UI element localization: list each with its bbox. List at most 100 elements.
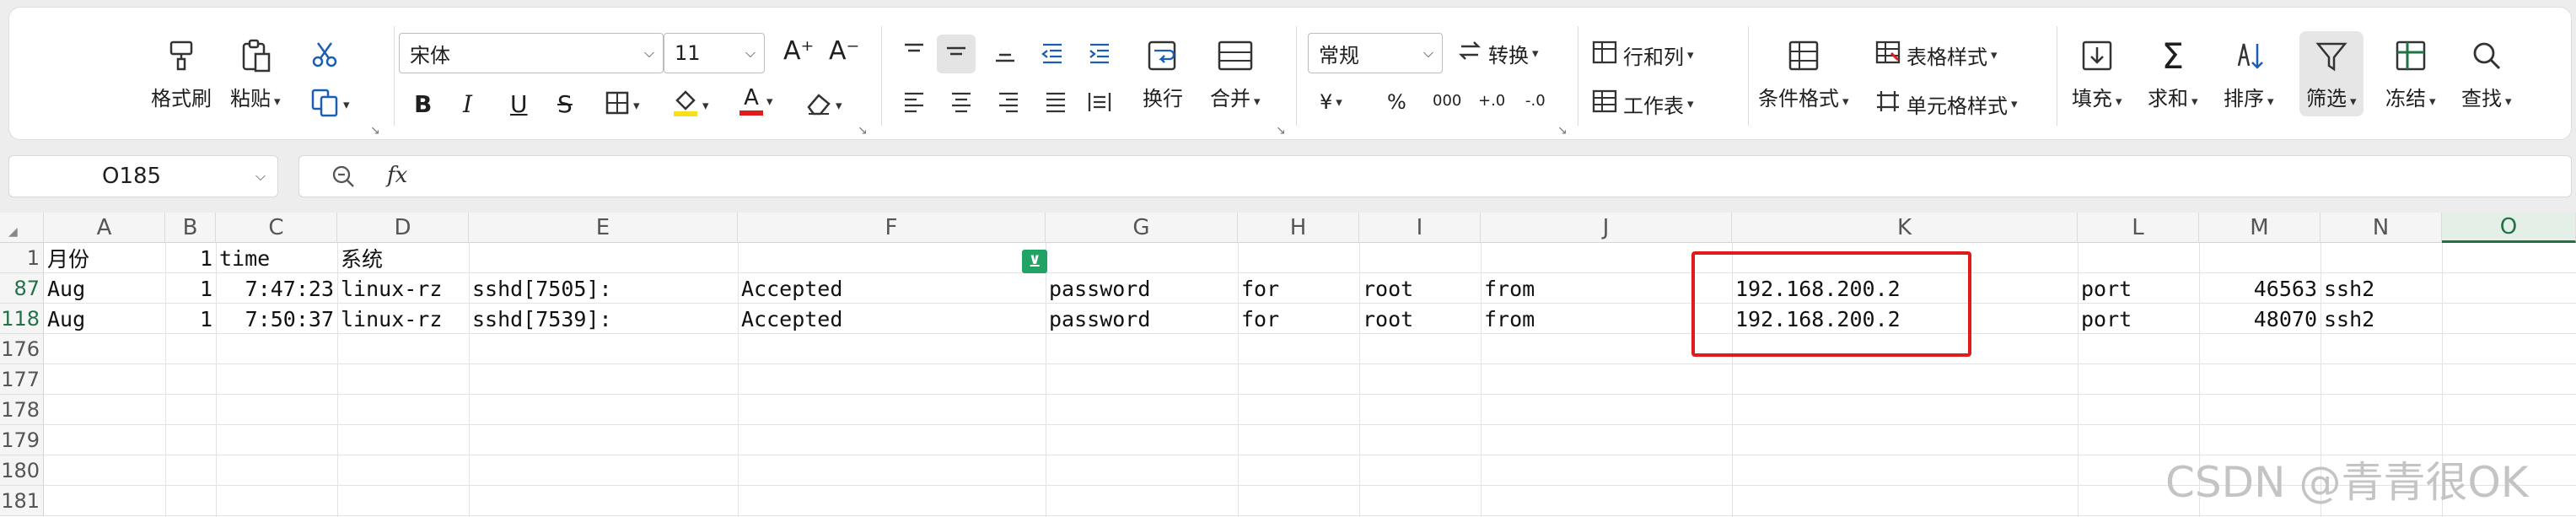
cell-a1[interactable]: 月份	[47, 243, 89, 273]
underline-button[interactable]: U	[510, 90, 528, 118]
column-header-l[interactable]: L	[2078, 213, 2199, 243]
cell-m118[interactable]: 48070	[2199, 304, 2317, 334]
borders-button[interactable]: ▾	[605, 90, 640, 121]
filter-button[interactable]: 筛选 ▾	[2299, 31, 2364, 116]
column-header-n[interactable]: N	[2321, 213, 2442, 243]
convert-button[interactable]: 转换 ▾	[1456, 38, 1539, 68]
number-launcher-icon[interactable]: ↘	[1557, 124, 1568, 137]
cell-c1[interactable]: time	[219, 243, 270, 273]
cell-g118[interactable]: password	[1049, 304, 1150, 334]
font-color-button[interactable]: A ▾	[739, 87, 773, 116]
font-launcher-icon[interactable]: ↘	[858, 124, 868, 137]
font-size-select[interactable]: 11 ⌵	[664, 33, 765, 73]
align-right-button[interactable]	[996, 90, 1021, 119]
clear-button[interactable]: ▾	[805, 90, 842, 121]
merge-button[interactable]: 合并 ▾	[1210, 33, 1261, 111]
column-header-j[interactable]: J	[1481, 213, 1732, 243]
copy-button[interactable]: ▾	[309, 87, 350, 122]
thousands-button[interactable]: 000	[1433, 92, 1461, 110]
rows-columns-button[interactable]: 行和列 ▾	[1591, 40, 1694, 70]
fx-icon[interactable]: fx	[387, 163, 407, 188]
align-center-button[interactable]	[949, 90, 974, 119]
formula-input[interactable]: fx	[298, 155, 2572, 197]
cell-f87[interactable]: Accepted	[741, 273, 842, 304]
cell-m87[interactable]: 46563	[2199, 273, 2317, 304]
cell-a87[interactable]: Aug	[47, 273, 85, 304]
cell-e87[interactable]: sshd[7505]:	[472, 273, 612, 304]
cell-i118[interactable]: root	[1363, 304, 1413, 334]
cell-d118[interactable]: linux-rz	[341, 304, 442, 334]
column-header-a[interactable]: A	[44, 213, 165, 243]
column-header-c[interactable]: C	[216, 213, 337, 243]
clipboard-launcher-icon[interactable]: ↘	[370, 124, 380, 137]
sort-button[interactable]: 排序 ▾	[2224, 33, 2274, 111]
cell-style-button[interactable]: 单元格样式 ▾	[1874, 89, 2018, 119]
column-header-k[interactable]: K	[1732, 213, 2078, 243]
filter-dropdown-icon[interactable]: ⊻	[1022, 250, 1047, 273]
row-header[interactable]: 176	[0, 334, 44, 364]
percent-button[interactable]: %	[1387, 90, 1406, 114]
cut-button[interactable]	[309, 40, 340, 75]
column-header-d[interactable]: D	[337, 213, 469, 243]
cell-l87[interactable]: port	[2081, 273, 2132, 304]
zoom-search-icon[interactable]	[330, 163, 357, 193]
cell-h118[interactable]: for	[1241, 304, 1279, 334]
cell-n118[interactable]: ssh2	[2324, 304, 2374, 334]
cell-b1[interactable]: 1	[165, 243, 212, 273]
cell-b87[interactable]: 1	[165, 273, 212, 304]
bold-button[interactable]: B	[414, 90, 432, 118]
row-header[interactable]: 87	[0, 273, 44, 304]
column-header-b[interactable]: B	[165, 213, 216, 243]
align-left-button[interactable]	[901, 90, 927, 119]
row-header[interactable]: 179	[0, 425, 44, 455]
justify-button[interactable]	[1043, 90, 1068, 119]
column-header-g[interactable]: G	[1046, 213, 1238, 243]
worksheet-button[interactable]: 工作表 ▾	[1591, 89, 1694, 119]
alignment-launcher-icon[interactable]: ↘	[1276, 124, 1286, 137]
align-middle-button[interactable]	[937, 35, 976, 73]
sum-button[interactable]: Σ 求和 ▾	[2148, 33, 2198, 111]
cell-d87[interactable]: linux-rz	[341, 273, 442, 304]
increase-decimal-button[interactable]: +.0	[1478, 92, 1505, 110]
cell-f118[interactable]: Accepted	[741, 304, 842, 334]
column-header-h[interactable]: H	[1238, 213, 1359, 243]
cell-b118[interactable]: 1	[165, 304, 212, 334]
fill-button[interactable]: 填充 ▾	[2072, 33, 2122, 111]
column-header-m[interactable]: M	[2199, 213, 2321, 243]
name-box[interactable]: O185 ⌵	[8, 155, 278, 197]
column-header-e[interactable]: E	[469, 213, 738, 243]
column-header-i[interactable]: I	[1359, 213, 1481, 243]
paste-button[interactable]: 粘贴 ▾	[230, 33, 281, 111]
distributed-button[interactable]	[1087, 90, 1112, 119]
row-header[interactable]: 180	[0, 455, 44, 486]
cell-i87[interactable]: root	[1363, 273, 1413, 304]
column-header-f[interactable]: F	[738, 213, 1046, 243]
fill-color-button[interactable]: ▾	[672, 89, 709, 122]
find-button[interactable]: 查找 ▾	[2461, 33, 2512, 111]
freeze-button[interactable]: 冻结 ▾	[2385, 33, 2436, 111]
cell-h87[interactable]: for	[1241, 273, 1279, 304]
align-bottom-button[interactable]	[992, 41, 1018, 70]
cell-a118[interactable]: Aug	[47, 304, 85, 334]
decrease-decimal-button[interactable]: -.0	[1525, 92, 1546, 110]
align-top-button[interactable]	[901, 41, 927, 70]
currency-button[interactable]: ¥ ▾	[1320, 90, 1342, 114]
cell-j87[interactable]: from	[1484, 273, 1535, 304]
column-header-o[interactable]: O	[2442, 213, 2576, 243]
cell-c87[interactable]: 7:47:23	[216, 273, 334, 304]
conditional-format-button[interactable]: 条件格式 ▾	[1758, 33, 1849, 111]
cell-j118[interactable]: from	[1484, 304, 1535, 334]
wrap-text-button[interactable]: 换行	[1143, 33, 1183, 111]
number-format-select[interactable]: 常规 ⌵	[1308, 33, 1443, 73]
select-all-corner[interactable]: ◢	[0, 213, 44, 243]
grow-font-button[interactable]: A⁺	[783, 36, 814, 66]
cell-c118[interactable]: 7:50:37	[216, 304, 334, 334]
cell-d1[interactable]: 系统	[341, 243, 383, 273]
row-header[interactable]: 177	[0, 364, 44, 395]
font-name-select[interactable]: 宋体 ⌵	[399, 33, 664, 73]
row-header[interactable]: 178	[0, 395, 44, 425]
table-style-button[interactable]: 表格样式 ▾	[1874, 40, 1998, 70]
row-header[interactable]: 181	[0, 486, 44, 516]
row-header[interactable]: 1	[0, 243, 44, 273]
cell-n87[interactable]: ssh2	[2324, 273, 2374, 304]
